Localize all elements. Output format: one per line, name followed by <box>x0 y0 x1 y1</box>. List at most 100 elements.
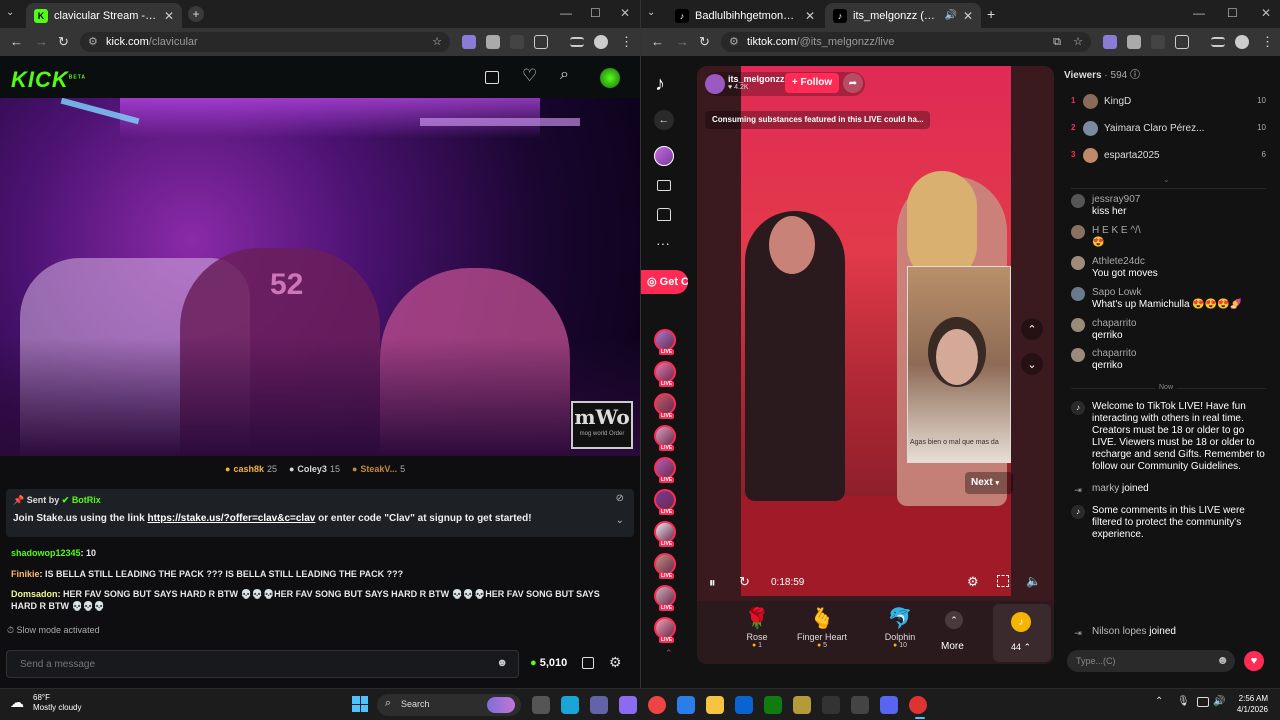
weather-icon[interactable]: ☁ <box>10 694 24 711</box>
live-creator-avatar[interactable]: LIVE <box>654 553 676 579</box>
extension-icon[interactable] <box>1151 35 1165 49</box>
kick-logo[interactable]: KICKBETA <box>11 67 86 93</box>
chrome-icon[interactable] <box>648 696 666 714</box>
extension-icon[interactable] <box>510 35 524 49</box>
close-tab-icon[interactable]: ✕ <box>963 9 973 23</box>
get-coins-button[interactable]: ◎ Get Coi <box>641 270 688 294</box>
microphone-icon[interactable]: 🎙 <box>1177 696 1190 707</box>
nav-avatar[interactable] <box>654 146 674 166</box>
tiktok-logo-icon[interactable]: ♪ <box>655 73 665 96</box>
expand-viewers-icon[interactable]: ⌄ <box>1163 175 1170 184</box>
store-icon[interactable] <box>677 696 695 714</box>
home-icon[interactable] <box>657 208 671 221</box>
supporter-item[interactable]: ● Coley3 15 <box>289 464 340 474</box>
host-avatar[interactable] <box>705 74 725 94</box>
tab-search-icon[interactable]: ⌄ <box>6 7 14 18</box>
maximize-icon[interactable]: ☐ <box>590 6 601 20</box>
back-icon[interactable]: ← <box>10 34 23 49</box>
joined-user[interactable]: Nilson lopes <box>1092 626 1146 637</box>
live-creator-avatar[interactable]: LIVE <box>654 329 676 355</box>
kick-video-player[interactable]: 52 mWo mog world Order <box>0 98 640 456</box>
commenter-name[interactable]: chaparrito <box>1092 348 1271 360</box>
start-button-icon[interactable] <box>352 696 368 712</box>
url-field[interactable]: ⚙ tiktok.com/@its_melgonzz/live ⧉ ☆ <box>721 32 1091 52</box>
clock[interactable]: 2:56 AM 4/1/2026 <box>1228 693 1268 715</box>
close-window-icon[interactable]: ✕ <box>1261 6 1271 20</box>
extension-icon[interactable] <box>462 35 476 49</box>
extensions-puzzle-icon[interactable] <box>1175 35 1189 49</box>
reload-icon[interactable]: ↻ <box>58 34 69 50</box>
discord-icon[interactable] <box>880 696 898 714</box>
joined-user[interactable]: marky <box>1092 483 1119 494</box>
tab-badlulbihh[interactable]: ♪ Badlulbihhgetmoney3 (@badlu ✕ <box>667 3 823 28</box>
host-name[interactable]: its_melgonzz <box>728 74 785 84</box>
epic-icon[interactable] <box>822 696 840 714</box>
media-control-icon[interactable] <box>1211 37 1225 47</box>
minimize-icon[interactable]: — <box>1193 6 1205 20</box>
pause-icon[interactable]: ⏸ <box>709 575 716 591</box>
extension-icon[interactable] <box>1127 35 1141 49</box>
forward-icon[interactable]: → <box>35 34 48 49</box>
unpin-icon[interactable]: ⊘ <box>616 493 624 504</box>
more-dots-icon[interactable]: ··· <box>656 235 670 251</box>
extensions-puzzle-icon[interactable] <box>534 35 548 49</box>
commenter-avatar[interactable] <box>1071 348 1085 362</box>
site-info-icon[interactable]: ⚙ <box>729 32 739 52</box>
extension-icon[interactable] <box>486 35 500 49</box>
menu-kebab-icon[interactable]: ⋮ <box>620 34 633 50</box>
fullscreen-icon[interactable] <box>997 575 1009 587</box>
copilot-icon[interactable] <box>619 696 637 714</box>
taskbar-search[interactable]: ⌕ Search <box>377 694 521 716</box>
heart-icon[interactable]: ♡ <box>522 66 537 86</box>
commenter-avatar[interactable] <box>1071 287 1085 301</box>
open-external-icon[interactable]: ⧉ <box>1053 32 1061 52</box>
live-creator-avatar[interactable]: LIVE <box>654 457 676 483</box>
gift-rose[interactable]: 🌹 Rose ● 1 <box>722 606 792 649</box>
new-tab-icon[interactable]: + <box>987 6 995 22</box>
channel-points[interactable]: ● 5,010 <box>530 657 567 669</box>
commenter-avatar[interactable] <box>1071 225 1085 239</box>
commenter-avatar[interactable] <box>1071 256 1085 270</box>
game-icon[interactable] <box>793 696 811 714</box>
prev-live-chevron-icon[interactable]: ⌃ <box>1021 318 1043 340</box>
new-tab-icon[interactable]: + <box>188 6 204 22</box>
gift-dolphin[interactable]: 🐬 Dolphin ● 10 <box>865 606 935 649</box>
edge-icon[interactable] <box>561 696 579 714</box>
teams-icon[interactable] <box>590 696 608 714</box>
sender-name[interactable]: BotRix <box>72 495 101 505</box>
menu-kebab-icon[interactable]: ⋮ <box>1261 34 1274 50</box>
close-tab-icon[interactable]: ✕ <box>805 9 815 23</box>
bookmark-star-icon[interactable]: ☆ <box>1073 32 1083 52</box>
chrome-active-icon[interactable] <box>909 696 927 714</box>
collapse-chevron-icon[interactable]: ⌃ <box>665 648 673 659</box>
gift-finger-heart[interactable]: 🫰 Finger Heart ● 5 <box>787 606 857 649</box>
next-button[interactable]: Next ▾ <box>965 472 1013 494</box>
supporter-item[interactable]: ● SteakV... 5 <box>352 464 405 474</box>
live-creator-avatar[interactable]: LIVE <box>654 521 676 547</box>
back-icon[interactable]: ← <box>651 34 664 49</box>
maximize-icon[interactable]: ☐ <box>1227 6 1238 20</box>
commenter-name[interactable]: jessray907 <box>1092 194 1271 206</box>
live-creator-avatar[interactable]: LIVE <box>654 393 676 419</box>
coin-balance-button[interactable]: ♪ 44 ⌃ <box>993 604 1051 662</box>
commenter-name[interactable]: H E K E ^/\ <box>1092 225 1271 237</box>
top-viewer-row[interactable]: 2 Yaimara Claro Pérez... 10 <box>1071 121 1266 137</box>
content-warning[interactable]: Consuming substances featured in this LI… <box>705 111 930 129</box>
outlook-icon[interactable] <box>735 696 753 714</box>
supporter-item[interactable]: ● cash8k 25 <box>225 464 277 474</box>
site-info-icon[interactable]: ⚙ <box>88 32 98 52</box>
emoji-icon[interactable]: ☻ <box>496 657 508 669</box>
live-creator-avatar[interactable]: LIVE <box>654 585 676 611</box>
store-icon[interactable] <box>582 657 594 669</box>
chat-input[interactable]: Send a message ☻ <box>6 650 519 678</box>
tray-overflow-icon[interactable]: ⌃ <box>1155 696 1163 707</box>
reload-icon[interactable]: ↻ <box>699 34 710 50</box>
follow-button[interactable]: + Follow <box>785 73 839 93</box>
live-creator-avatar[interactable]: LIVE <box>654 361 676 387</box>
settings-gear-icon[interactable]: ⚙ <box>609 654 622 671</box>
commenter-avatar[interactable] <box>1071 318 1085 332</box>
guest-cam-view[interactable]: Agas bien o mal que mas da <box>907 266 1011 463</box>
forward-icon[interactable]: → <box>676 34 689 49</box>
live-video-icon[interactable] <box>657 180 671 191</box>
close-window-icon[interactable]: ✕ <box>620 6 630 20</box>
